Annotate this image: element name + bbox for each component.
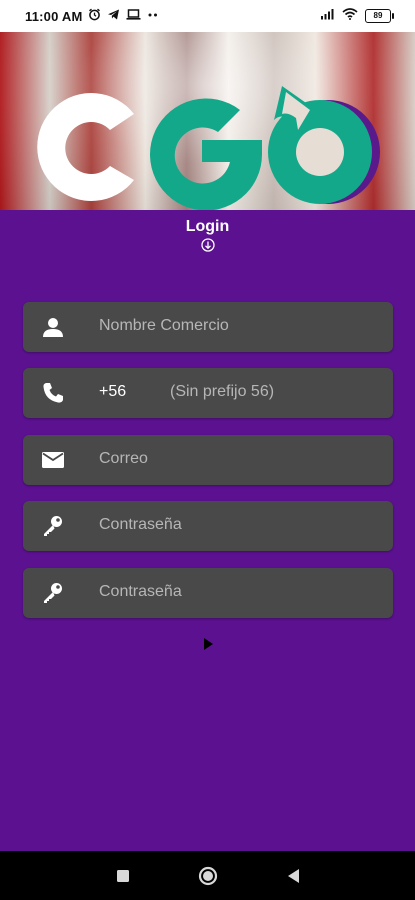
business-name-field[interactable]: Nombre Comercio [23,302,393,352]
phone-prefix: +56 [99,383,127,400]
confirm-password-field[interactable]: Contraseña [23,568,393,618]
login-title: Login [185,218,230,235]
more-dots-icon [147,8,159,24]
wifi-icon [342,8,358,23]
back-button[interactable] [283,865,305,887]
submit-arrow-button[interactable] [203,637,215,651]
key-icon [41,581,65,605]
email-placeholder: Correo [99,450,148,467]
confirm-password-placeholder: Contraseña [99,583,182,600]
battery-icon: 89 [365,8,394,23]
laptop-icon [126,8,141,24]
status-bar: 11:00 AM 89 [0,0,415,32]
status-time: 11:00 AM [25,9,83,24]
status-left-icons [88,8,159,24]
phone-icon [41,381,65,405]
header-banner [0,32,415,210]
person-icon [41,315,65,339]
home-button[interactable] [197,865,219,887]
status-right-icons: 89 [320,8,394,23]
phone-placeholder: (Sin prefijo 56) [170,383,275,400]
recent-apps-button[interactable] [112,865,134,887]
signal-icon [320,8,335,23]
telegram-icon [107,8,120,24]
password-placeholder: Contraseña [99,516,182,533]
alarm-icon [88,8,101,24]
login-header: Login [0,218,415,257]
cgo-logo [30,82,390,210]
mail-icon [41,448,65,472]
arrow-down-circle-icon[interactable] [200,238,215,257]
key-icon [41,514,65,538]
password-field[interactable]: Contraseña [23,501,393,551]
navigation-bar [0,851,415,900]
business-name-placeholder: Nombre Comercio [99,317,229,334]
email-field[interactable]: Correo [23,435,393,485]
phone-field[interactable]: +56 (Sin prefijo 56) [23,368,393,418]
